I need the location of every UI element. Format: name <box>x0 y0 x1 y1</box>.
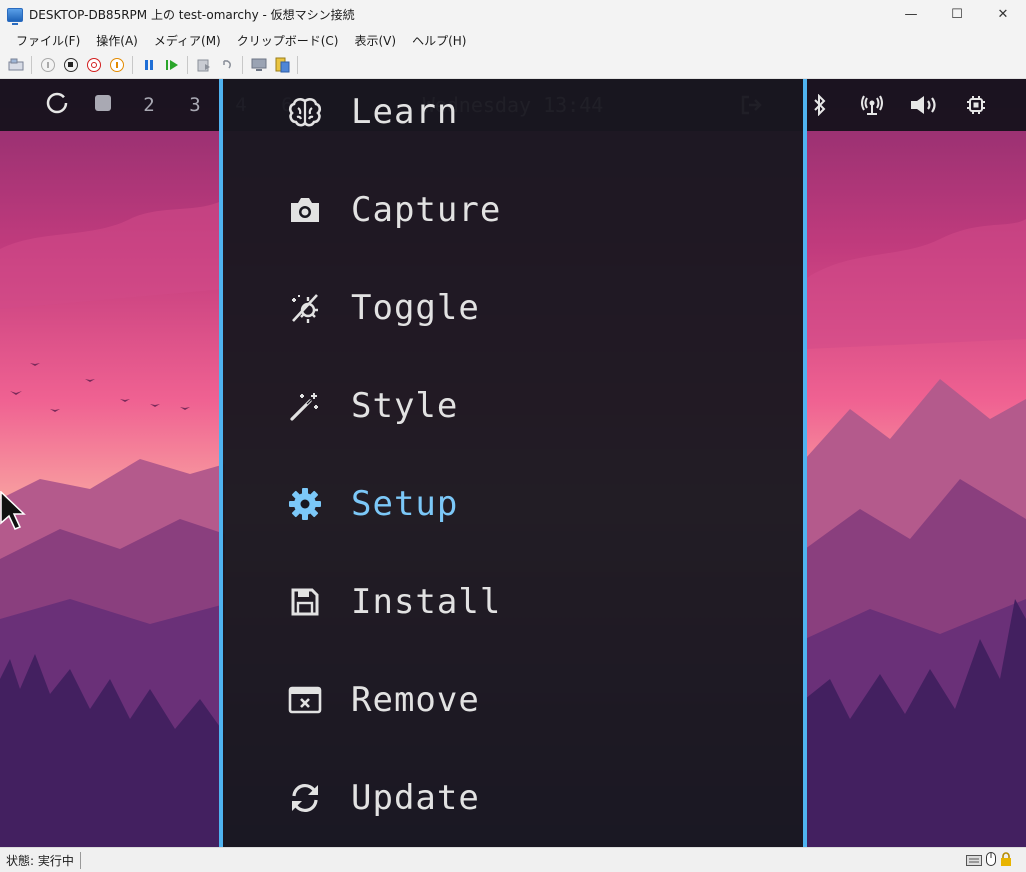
menu-item-label: Learn <box>351 92 459 132</box>
vm-connection-icon <box>7 7 23 25</box>
checkpoint-button[interactable] <box>195 56 213 74</box>
window-controls: — ☐ ✕ <box>888 0 1026 29</box>
menu-item-remove[interactable]: Remove <box>223 651 803 749</box>
share-button[interactable] <box>273 56 291 74</box>
maximize-button[interactable]: ☐ <box>934 0 980 29</box>
toolbar-separator <box>242 55 243 74</box>
menu-item-setup[interactable]: Setup <box>223 455 803 553</box>
menu-bar: ファイル(F) 操作(A) メディア(M) クリップボード(C) 表示(V) ヘ… <box>0 29 1026 51</box>
cpu-icon[interactable] <box>956 95 996 115</box>
start-button[interactable] <box>39 56 57 74</box>
save-state-icon <box>109 57 124 72</box>
menu-item-toggle[interactable]: Toggle <box>223 259 803 357</box>
menu-view[interactable]: 表示(V) <box>347 32 405 49</box>
enhanced-session-button[interactable] <box>250 56 268 74</box>
toolbar-separator <box>31 55 32 74</box>
menu-item-label: Setup <box>351 484 459 524</box>
menu-file[interactable]: ファイル(F) <box>8 32 88 49</box>
omarchy-launcher-menu: Learn Capture Toggle Style Setup Install… <box>219 79 807 847</box>
menu-help[interactable]: ヘルプ(H) <box>404 32 474 49</box>
volume-icon[interactable] <box>904 94 944 116</box>
menu-item-label: Style <box>351 386 459 426</box>
window-title: DESKTOP-DB85RPM 上の test-omarchy - 仮想マシン接… <box>29 8 355 22</box>
refresh-icon <box>287 780 323 816</box>
toolbar <box>0 51 1026 79</box>
menu-item-label: Update <box>351 778 480 818</box>
remove-window-icon <box>287 682 323 718</box>
menu-item-capture[interactable]: Capture <box>223 161 803 259</box>
menu-item-learn[interactable]: Learn <box>223 79 803 161</box>
save-icon <box>287 584 323 620</box>
magic-wand-icon <box>287 388 323 424</box>
menu-action[interactable]: 操作(A) <box>88 32 146 49</box>
menu-item-label: Capture <box>351 190 502 230</box>
power-icon <box>40 57 55 72</box>
shutdown-button[interactable] <box>85 56 103 74</box>
menu-item-label: Remove <box>351 680 480 720</box>
menu-media[interactable]: メディア(M) <box>146 32 229 49</box>
play-icon <box>165 59 178 70</box>
turn-off-button[interactable] <box>62 56 80 74</box>
ctrl-alt-del-button[interactable] <box>7 56 25 74</box>
revert-button[interactable] <box>218 56 236 74</box>
status-icons <box>962 848 1012 872</box>
save-state-button[interactable] <box>108 56 126 74</box>
network-icon[interactable] <box>852 94 892 116</box>
menu-clipboard[interactable]: クリップボード(C) <box>229 32 347 49</box>
lock-icon <box>1000 851 1012 870</box>
pause-button[interactable] <box>140 56 158 74</box>
keyboard-icon <box>966 851 982 870</box>
menu-item-label: Toggle <box>351 288 480 328</box>
undo-icon <box>222 59 231 68</box>
menu-item-install[interactable]: Install <box>223 553 803 651</box>
pause-icon <box>144 59 153 70</box>
toggle-icon <box>287 290 323 326</box>
stop-icon <box>63 57 78 72</box>
checkpoint-icon <box>197 59 210 71</box>
shutdown-icon <box>86 57 101 72</box>
status-bar: 状態: 実行中 <box>0 847 1026 872</box>
toolbar-separator <box>297 55 298 74</box>
mouse-icon <box>986 851 996 870</box>
reset-button[interactable] <box>163 56 181 74</box>
camera-icon <box>287 192 323 228</box>
share-icon <box>275 57 289 72</box>
toolbar-separator <box>187 55 188 74</box>
monitor-icon <box>251 58 266 71</box>
close-button[interactable]: ✕ <box>980 0 1026 29</box>
menu-item-update[interactable]: Update <box>223 749 803 847</box>
brain-icon <box>287 94 323 130</box>
menu-item-style[interactable]: Style <box>223 357 803 455</box>
title-bar: DESKTOP-DB85RPM 上の test-omarchy - 仮想マシン接… <box>0 0 1026 29</box>
vm-screen[interactable]: 2 3 4 6 Wednesday 13:44 <box>0 79 1026 847</box>
vm-status: 状態: 実行中 <box>6 851 81 869</box>
minimize-button[interactable]: — <box>888 0 934 29</box>
mouse-cursor-icon <box>0 491 26 530</box>
gear-icon <box>287 486 323 522</box>
keyboard-icon <box>8 58 23 70</box>
toolbar-separator <box>132 55 133 74</box>
menu-item-label: Install <box>351 582 502 622</box>
